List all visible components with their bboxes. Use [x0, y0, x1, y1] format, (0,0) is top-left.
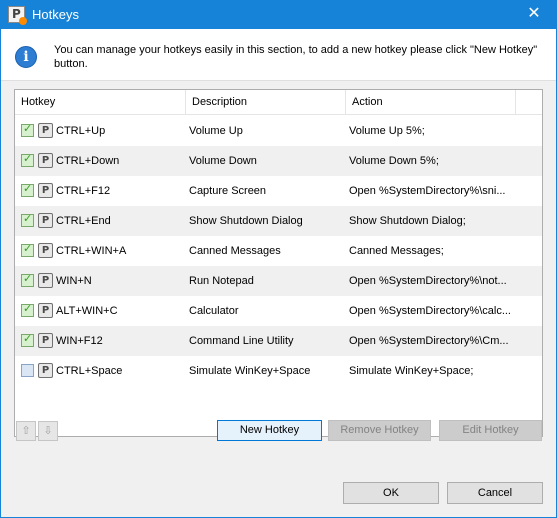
checkmark-icon: ✓ [23, 152, 33, 165]
table-row[interactable]: ✓ P CTRL+WIN+A Canned Messages Canned Messag… [15, 236, 542, 266]
window-title: Hotkeys [32, 7, 79, 22]
app-icon: P [8, 6, 27, 25]
table-row[interactable]: ✓ P WIN+F12 Command Line Utility Open %Syste… [15, 326, 542, 356]
checkmark-icon: ✓ [23, 332, 33, 345]
new-hotkey-button[interactable]: New Hotkey [217, 420, 322, 441]
table-row[interactable]: ✓ P CTRL+End Show Shutdown Dialog Show Shutd… [15, 206, 542, 236]
arrow-up-icon: ⇧ [21, 424, 31, 437]
description-cell: Simulate WinKey+Space [189, 365, 311, 377]
hotkey-cell: CTRL+Down [56, 155, 120, 167]
hotkey-cell: CTRL+F12 [56, 185, 111, 197]
hotkey-type-icon: P [38, 153, 53, 168]
move-up-button[interactable]: ⇧ [16, 421, 36, 441]
info-text: You can manage your hotkeys easily in th… [54, 44, 538, 70]
action-cell: Canned Messages; [349, 245, 444, 257]
hotkey-type-icon: P [38, 333, 53, 348]
hotkey-type-icon: P [38, 213, 53, 228]
description-cell: Calculator [189, 305, 239, 317]
action-cell: Volume Down 5%; [349, 155, 439, 167]
info-banner: i You can manage your hotkeys easily in … [1, 29, 556, 81]
enabled-checkbox[interactable] [21, 364, 34, 377]
enabled-checkbox[interactable]: ✓ [21, 242, 34, 257]
table-row[interactable]: ✓ P WIN+N Run Notepad Open %SystemDirectory%… [15, 266, 542, 296]
table-rows: ✓ P CTRL+Up Volume Up Volume Up 5%; ✓ P CTRL+Do… [15, 116, 542, 386]
enabled-checkbox[interactable]: ✓ [21, 152, 34, 167]
description-cell: Capture Screen [189, 185, 267, 197]
enabled-checkbox[interactable]: ✓ [21, 182, 34, 197]
close-icon[interactable]: ✕ [525, 4, 543, 22]
hotkey-cell: CTRL+End [56, 215, 111, 227]
action-cell: Simulate WinKey+Space; [349, 365, 474, 377]
column-header-action[interactable]: Action [346, 90, 516, 115]
checkmark-icon: ✓ [23, 182, 33, 195]
hotkey-cell: WIN+N [56, 275, 92, 287]
hotkey-type-icon: P [38, 363, 53, 378]
cancel-button[interactable]: Cancel [447, 482, 543, 504]
enabled-checkbox[interactable]: ✓ [21, 302, 34, 317]
hotkeys-window: P Hotkeys ✕ i You can manage your hotkey… [0, 0, 557, 518]
enabled-checkbox[interactable]: ✓ [21, 212, 34, 227]
hotkey-cell: WIN+F12 [56, 335, 103, 347]
title-bar[interactable]: P Hotkeys ✕ [0, 0, 557, 29]
checkmark-icon: ✓ [23, 122, 33, 135]
table-header: Hotkey Description Action [15, 90, 542, 115]
description-cell: Volume Up [189, 125, 243, 137]
table-row[interactable]: ✓ P CTRL+Down Volume Down Volume Down 5%; [15, 146, 542, 176]
enabled-checkbox[interactable]: ✓ [21, 122, 34, 137]
app-icon-letter: P [12, 7, 21, 21]
enabled-checkbox[interactable]: ✓ [21, 272, 34, 287]
checkmark-icon: ✓ [23, 242, 33, 255]
description-cell: Volume Down [189, 155, 257, 167]
column-header-hotkey[interactable]: Hotkey [15, 90, 186, 115]
hotkey-cell: CTRL+WIN+A [56, 245, 127, 257]
hotkey-type-icon: P [38, 303, 53, 318]
info-icon: i [15, 46, 37, 68]
description-cell: Run Notepad [189, 275, 254, 287]
hotkey-type-icon: P [38, 243, 53, 258]
action-cell: Open %SystemDirectory%\calc... [349, 305, 511, 317]
dialog-body: i You can manage your hotkeys easily in … [1, 29, 556, 517]
ok-button[interactable]: OK [343, 482, 439, 504]
column-header-description[interactable]: Description [186, 90, 346, 115]
table-row[interactable]: ✓ P CTRL+F12 Capture Screen Open %SystemDire… [15, 176, 542, 206]
checkmark-icon: ✓ [23, 302, 33, 315]
hotkey-type-icon: P [38, 123, 53, 138]
move-down-button[interactable]: ⇩ [38, 421, 58, 441]
hotkey-cell: CTRL+Up [56, 125, 106, 137]
description-cell: Show Shutdown Dialog [189, 215, 303, 227]
description-cell: Canned Messages [189, 245, 281, 257]
arrow-down-icon: ⇩ [43, 424, 53, 437]
table-row[interactable]: ✓ P CTRL+Up Volume Up Volume Up 5%; [15, 116, 542, 146]
table-row[interactable]: ✓ P ALT+WIN+C Calculator Open %SystemDirecto… [15, 296, 542, 326]
action-cell: Show Shutdown Dialog; [349, 215, 466, 227]
checkmark-icon: ✓ [23, 272, 33, 285]
hotkey-cell: CTRL+Space [56, 365, 123, 377]
edit-hotkey-button[interactable]: Edit Hotkey [439, 420, 542, 441]
action-cell: Open %SystemDirectory%\not... [349, 275, 507, 287]
hotkeys-table[interactable]: Hotkey Description Action ✓ P CTRL+Up Volum… [14, 89, 543, 437]
action-cell: Volume Up 5%; [349, 125, 425, 137]
hotkey-type-icon: P [38, 183, 53, 198]
remove-hotkey-button[interactable]: Remove Hotkey [328, 420, 431, 441]
action-cell: Open %SystemDirectory%\sni... [349, 185, 506, 197]
action-cell: Open %SystemDirectory%\Cm... [349, 335, 509, 347]
hotkey-cell: ALT+WIN+C [56, 305, 118, 317]
enabled-checkbox[interactable]: ✓ [21, 332, 34, 347]
hotkey-type-icon: P [38, 273, 53, 288]
description-cell: Command Line Utility [189, 335, 294, 347]
table-row[interactable]: P CTRL+Space Simulate WinKey+Space Simulate… [15, 356, 542, 386]
checkmark-icon: ✓ [23, 212, 33, 225]
